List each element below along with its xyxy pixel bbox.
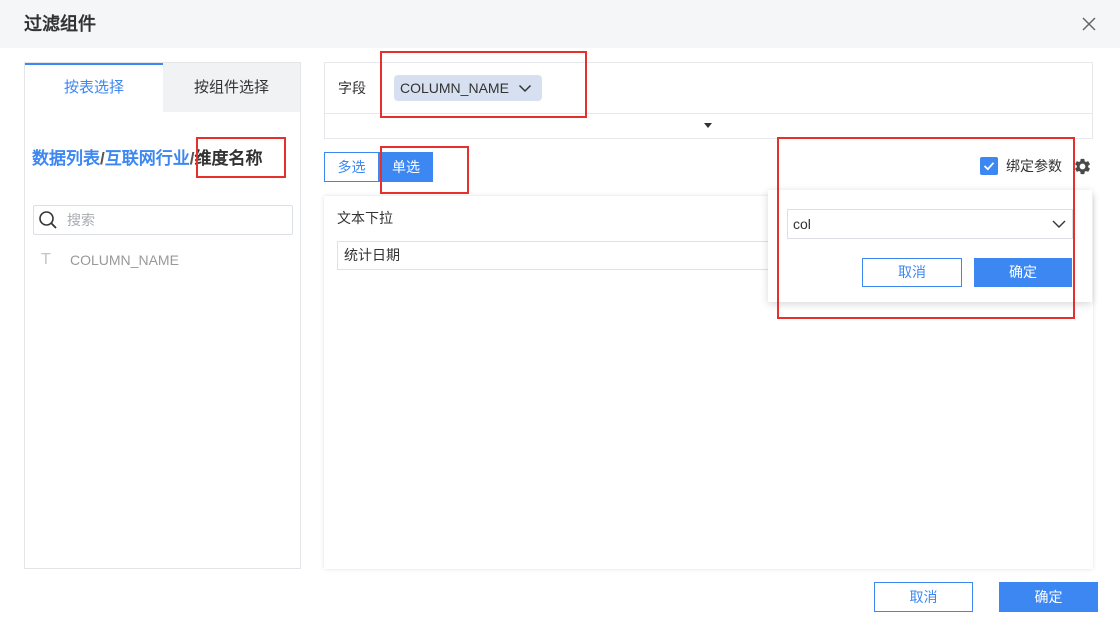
- cancel-button[interactable]: 取消: [874, 582, 973, 612]
- caret-down-icon[interactable]: [704, 123, 712, 128]
- check-icon: [983, 162, 995, 171]
- breadcrumb: 数据列表/互联网行业/维度名称: [32, 148, 262, 170]
- param-select-value: col: [793, 216, 811, 232]
- single-select-button[interactable]: 单选: [379, 152, 433, 182]
- bind-param-label: 绑定参数: [1006, 158, 1062, 174]
- field-selector: 字段 COLUMN_NAME: [324, 62, 1093, 139]
- text-type-icon: T: [41, 251, 51, 268]
- widget-label: 文本下拉: [337, 210, 393, 226]
- popup-confirm-button[interactable]: 确定: [974, 258, 1072, 287]
- dialog-title: 过滤组件: [24, 14, 96, 34]
- popup-cancel-button[interactable]: 取消: [862, 258, 962, 287]
- chevron-down-icon[interactable]: [518, 81, 532, 95]
- bind-param-checkbox[interactable]: [980, 157, 998, 175]
- tab-by-table[interactable]: 按表选择: [25, 63, 163, 112]
- field-name: COLUMN_NAME: [70, 252, 179, 268]
- table-browser-panel: 按表选择 按组件选择 数据列表/互联网行业/维度名称 T COLUMN_NAME: [24, 62, 301, 569]
- search-input[interactable]: [65, 206, 287, 234]
- selected-field-tag[interactable]: COLUMN_NAME: [394, 75, 542, 101]
- field-label: 字段: [338, 80, 366, 96]
- confirm-button[interactable]: 确定: [999, 582, 1098, 612]
- multi-select-button[interactable]: 多选: [324, 152, 379, 182]
- breadcrumb-item-industry[interactable]: 互联网行业: [105, 149, 190, 168]
- breadcrumb-item-current: 维度名称: [194, 149, 263, 168]
- selected-field-name: COLUMN_NAME: [400, 80, 509, 96]
- field-list-item[interactable]: T COLUMN_NAME: [25, 248, 300, 272]
- divider: [325, 113, 1092, 114]
- bind-param-popup: col 取消 确定: [768, 190, 1092, 302]
- search-icon: [38, 210, 58, 230]
- dialog-header: 过滤组件: [0, 0, 1120, 48]
- breadcrumb-item-data-list[interactable]: 数据列表: [32, 149, 100, 168]
- gear-icon[interactable]: [1073, 157, 1092, 176]
- tab-by-component[interactable]: 按组件选择: [163, 63, 300, 112]
- chevron-down-icon: [1052, 217, 1066, 231]
- search-box[interactable]: [33, 205, 293, 235]
- param-select[interactable]: col: [787, 209, 1073, 239]
- close-icon[interactable]: [1082, 17, 1096, 31]
